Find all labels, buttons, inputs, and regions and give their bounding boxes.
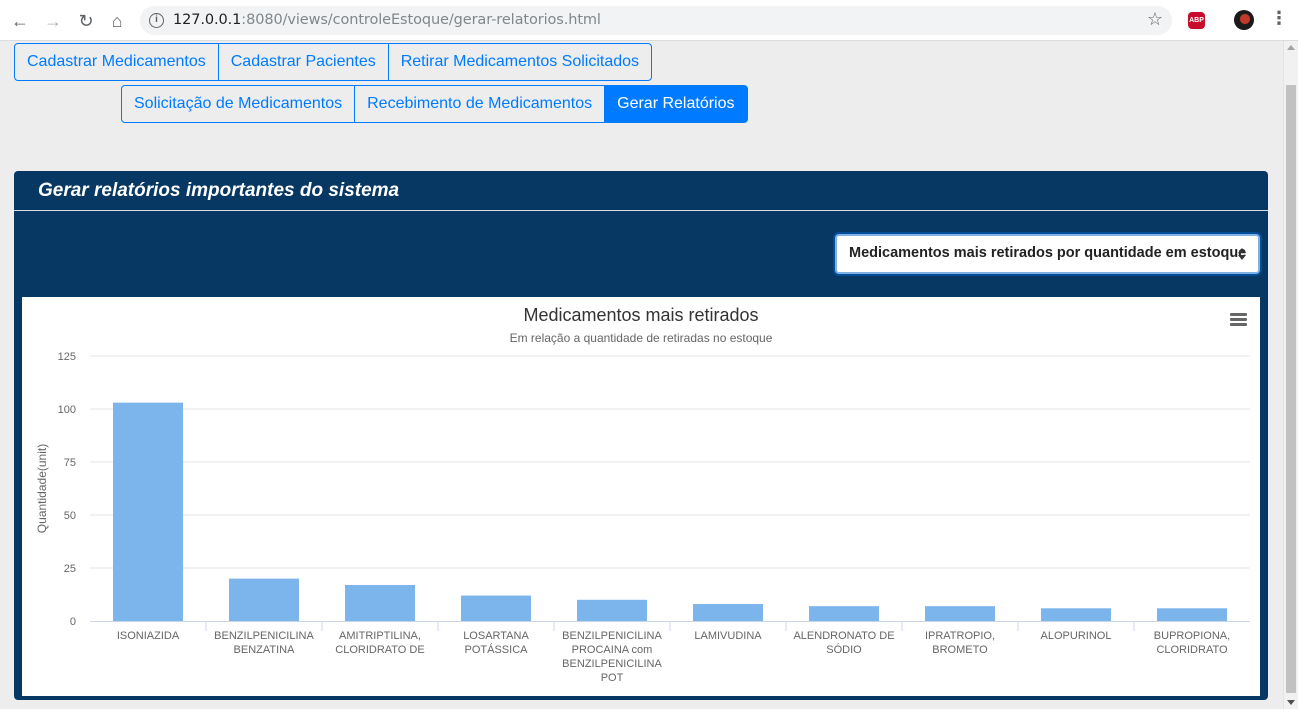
scroll-up-arrow-icon[interactable]	[1287, 45, 1295, 50]
nav-gerar-relatorios[interactable]: Gerar Relatórios	[604, 85, 748, 123]
bar	[925, 606, 995, 621]
report-panel: Gerar relatórios importantes do sistema …	[14, 171, 1268, 700]
forward-arrow-icon[interactable]: →	[41, 9, 65, 33]
x-tick-label: BENZILPENICILINA	[562, 630, 662, 642]
home-icon[interactable]: ⌂	[105, 9, 129, 33]
x-tick-label: AMITRIPTILINA,	[339, 630, 421, 642]
bookmark-star-icon[interactable]: ☆	[1147, 9, 1163, 30]
y-tick-label: 0	[70, 616, 76, 628]
x-tick-label: ISONIAZIDA	[117, 630, 180, 642]
nav-cadastrar-medicamentos[interactable]: Cadastrar Medicamentos	[14, 43, 219, 81]
y-tick-label: 25	[64, 563, 76, 575]
url-text: 127.0.0.1:8080/views/controleEstoque/ger…	[173, 12, 601, 28]
x-tick-label: BUPROPIONA,	[1154, 630, 1230, 642]
y-tick-label: 100	[58, 404, 76, 416]
report-type-select[interactable]: Medicamentos mais retirados por quantida…	[835, 234, 1260, 274]
x-tick-label: BENZILPENICILINA	[562, 658, 662, 670]
address-bar[interactable]: i 127.0.0.1:8080/views/controleEstoque/g…	[140, 6, 1172, 35]
nav-retirar-medicamentos[interactable]: Retirar Medicamentos Solicitados	[387, 43, 653, 81]
bar	[1157, 608, 1227, 621]
bar	[577, 599, 647, 621]
chart-title: Medicamentos mais retirados	[523, 305, 758, 325]
select-arrows-icon	[1238, 246, 1246, 262]
bar	[229, 578, 299, 621]
scroll-thumb[interactable]	[1286, 85, 1296, 693]
page-scrollbar[interactable]	[1283, 41, 1298, 709]
x-tick-label: CLORIDRATO DE	[335, 644, 424, 656]
info-icon[interactable]: i	[149, 13, 164, 28]
x-tick-label: CLORIDRATO	[1156, 644, 1228, 656]
x-tick-label: SÓDIO	[826, 643, 862, 656]
x-tick-label: IPRATROPIO,	[925, 630, 995, 642]
bar	[693, 604, 763, 621]
x-tick-label: BENZATINA	[234, 644, 296, 656]
y-tick-label: 50	[64, 510, 76, 522]
chart-container: Medicamentos mais retirados Em relação a …	[22, 297, 1260, 696]
url-path: :8080/views/controleEstoque/gerar-relato…	[241, 12, 601, 28]
nav-recebimento-medicamentos[interactable]: Recebimento de Medicamentos	[354, 85, 606, 123]
nav-solicitacao-medicamentos[interactable]: Solicitação de Medicamentos	[121, 85, 356, 123]
bar	[113, 402, 183, 621]
x-tick-label: PROCAINA com	[572, 644, 653, 656]
chart-subtitle: Em relação a quantidade de retiradas no …	[510, 331, 773, 345]
panel-divider	[14, 210, 1268, 211]
y-tick-label: 75	[64, 457, 76, 469]
back-arrow-icon[interactable]: ←	[8, 9, 32, 33]
x-tick-label: LAMIVUDINA	[694, 630, 762, 642]
panel-title: Gerar relatórios importantes do sistema	[38, 180, 400, 201]
browser-toolbar: ← → ↻ ⌂ i 127.0.0.1:8080/views/controleE…	[0, 0, 1298, 41]
reload-icon[interactable]: ↻	[74, 9, 98, 33]
browser-menu-icon[interactable]: ⋮	[1270, 8, 1288, 29]
x-tick-label: POT	[601, 672, 624, 684]
y-axis-label: Quantidade(unit)	[35, 444, 49, 533]
x-tick-label: BROMETO	[932, 644, 988, 656]
x-tick-label: POTÁSSICA	[465, 643, 529, 656]
url-host: 127.0.0.1	[173, 12, 242, 28]
report-type-select-value: Medicamentos mais retirados por quantida…	[849, 245, 1247, 261]
bar	[461, 595, 531, 621]
chart-menu-icon[interactable]	[1230, 313, 1247, 326]
nav-row-secondary: Solicitação de Medicamentos Recebimento …	[121, 85, 748, 123]
x-tick-label: LOSARTANA	[463, 630, 529, 642]
nav-row-primary: Cadastrar Medicamentos Cadastrar Pacient…	[14, 43, 653, 81]
bar	[345, 584, 415, 621]
x-tick-label: BENZILPENICILINA	[214, 630, 314, 642]
bar	[809, 606, 879, 621]
nav-cadastrar-pacientes[interactable]: Cadastrar Pacientes	[217, 43, 389, 81]
adblock-icon[interactable]: ABP	[1188, 12, 1205, 29]
profile-avatar[interactable]	[1234, 10, 1254, 30]
y-tick-label: 125	[58, 351, 76, 363]
x-tick-label: ALENDRONATO DE	[793, 630, 894, 642]
bar	[1041, 608, 1111, 621]
bar-chart: Medicamentos mais retirados Em relação a …	[35, 305, 1250, 684]
scroll-down-arrow-icon[interactable]	[1287, 700, 1295, 705]
x-tick-label: ALOPURINOL	[1041, 630, 1112, 642]
